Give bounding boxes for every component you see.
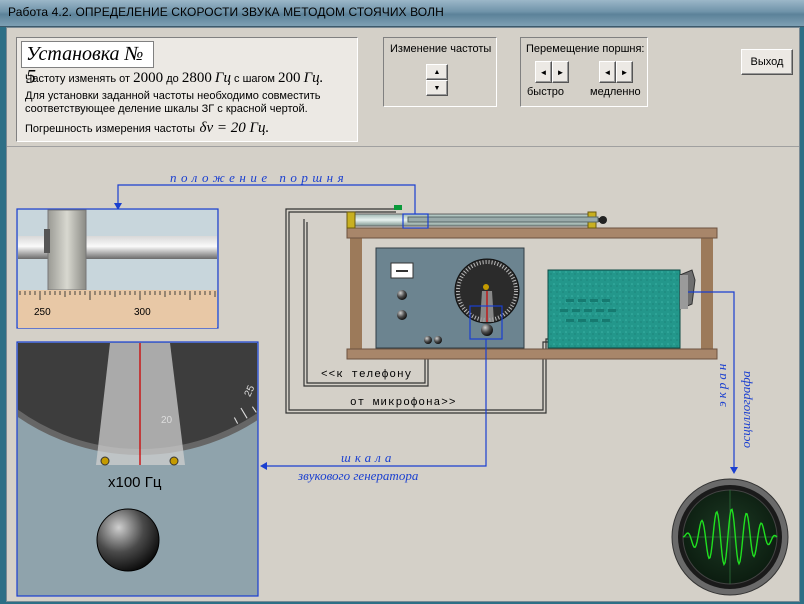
- oscilloscope: [547, 269, 696, 349]
- scale-label-1: шкала: [341, 450, 396, 465]
- scale-label-2: звукового генератора: [298, 468, 419, 483]
- multiplier-label: x100 Гц: [108, 474, 162, 491]
- apparatus-drawing: 250 300 20 25: [16, 184, 789, 597]
- from-mic-label: от микрофона>>: [350, 397, 457, 409]
- osc-label-1: экран: [714, 360, 729, 407]
- ruler-tick-300: 300: [134, 307, 151, 318]
- frequency-knob[interactable]: [96, 508, 160, 572]
- osc-label-2: осциллографа: [738, 370, 753, 448]
- piston-position-label: положение поршня: [170, 170, 349, 185]
- to-phone-label: <<к телефону: [321, 369, 413, 381]
- app-window: Работа 4.2. ОПРЕДЕЛЕНИЕ СКОРОСТИ ЗВУКА М…: [0, 0, 804, 604]
- oscilloscope-screen: [671, 478, 789, 596]
- dial-tick-20: 20: [161, 415, 173, 426]
- ruler-tick-250: 250: [34, 307, 51, 318]
